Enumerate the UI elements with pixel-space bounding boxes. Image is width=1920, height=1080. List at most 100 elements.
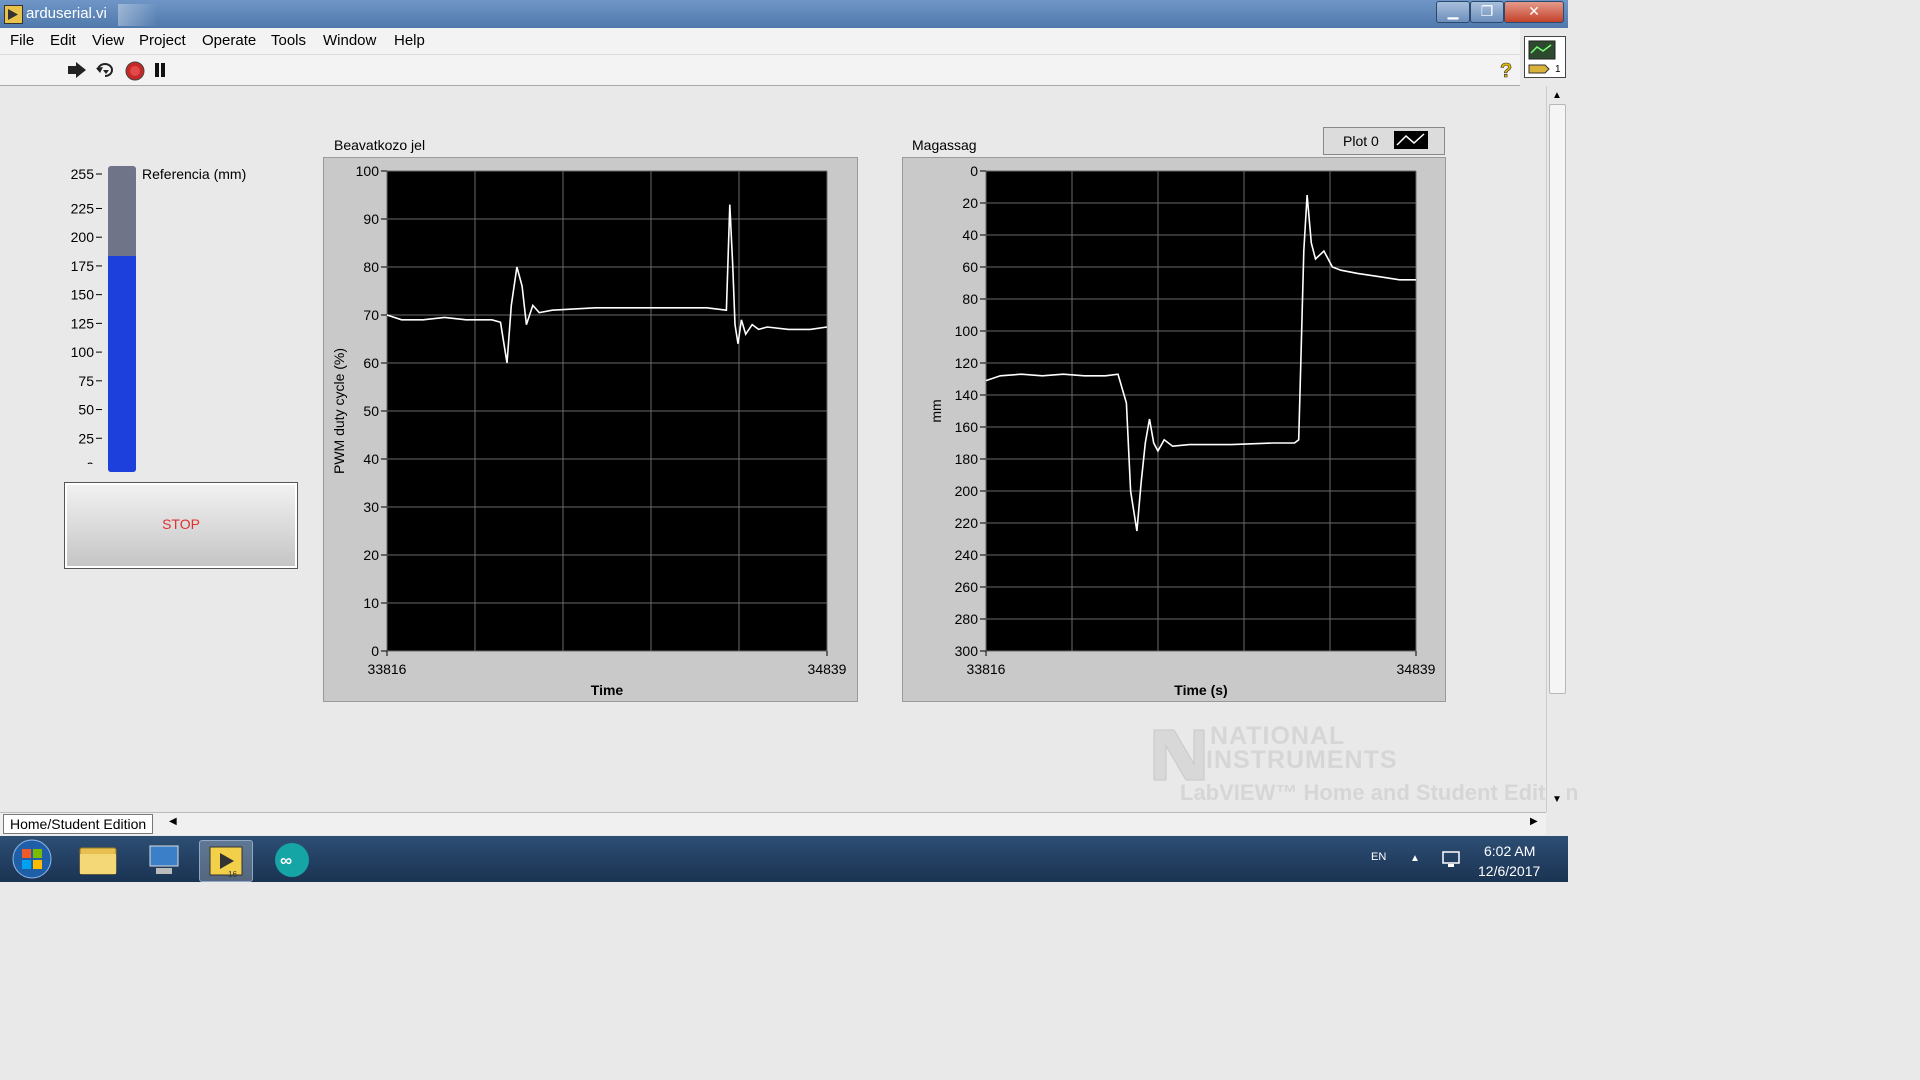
plot-line-style-icon	[1394, 131, 1428, 149]
plot-legend[interactable]: Plot 0	[1323, 127, 1445, 155]
labview-icon[interactable]: 16	[199, 840, 253, 882]
clock-date[interactable]: 12/6/2017	[1478, 863, 1540, 879]
scroll-right-arrow[interactable]: ▶	[1530, 816, 1538, 827]
y-tick-label: 220	[955, 515, 979, 531]
scroll-thumb[interactable]	[1549, 104, 1566, 694]
x-tick-label: 34839	[808, 661, 847, 677]
y-tick-label: 20	[363, 547, 379, 563]
x-axis-label: Time (s)	[1174, 682, 1227, 698]
y-tick-label: 20	[962, 195, 978, 211]
pwm-chart-svg: 100908070605040302010033816 34839TimePWM …	[331, 163, 847, 698]
labview-vi-icon	[4, 5, 23, 24]
menu-edit[interactable]: Edit	[50, 32, 76, 49]
watermark-line2: INSTRUMENTS	[1206, 746, 1398, 774]
height-chart-svg: 0 20 40 60 80 100 120 140 160 180 200 220 240 260 280 3…	[928, 163, 1436, 698]
x-axis-label: Time	[591, 682, 624, 698]
action-center-icon[interactable]	[1440, 849, 1462, 869]
y-tick-label: 100	[955, 323, 979, 339]
stop-button[interactable]: STOP	[64, 482, 298, 569]
y-tick-label: 80	[363, 259, 379, 275]
run-arrow-icon[interactable]	[66, 61, 88, 79]
scroll-left-arrow[interactable]: ◀	[169, 816, 177, 827]
title-decoration	[118, 4, 158, 26]
close-button[interactable]: ✕	[1504, 1, 1564, 23]
toolbar: ?	[0, 55, 1520, 86]
y-tick-label: 100	[356, 163, 380, 179]
language-indicator[interactable]: EN	[1371, 851, 1386, 863]
tank-scale-label: 255	[71, 166, 95, 182]
front-panel: 2552252001751501251007550250 Referencia …	[0, 86, 1578, 812]
plot-area	[986, 171, 1416, 651]
y-tick-label: 140	[955, 387, 979, 403]
x-tick-label: 33816	[967, 661, 1006, 677]
y-tick-label: 160	[955, 419, 979, 435]
menu-tools[interactable]: Tools	[271, 32, 306, 49]
chart-title: Magassag	[912, 137, 977, 153]
menu-file[interactable]: File	[10, 32, 34, 49]
vertical-scrollbar[interactable]: ▲ ▼	[1546, 86, 1567, 812]
clock-time[interactable]: 6:02 AM	[1484, 843, 1535, 859]
y-tick-label: 90	[363, 211, 379, 227]
edition-label: Home/Student Edition	[3, 814, 154, 834]
y-tick-label: 10	[363, 595, 379, 611]
tank-scale-label: 225	[71, 200, 95, 216]
tank-scale-label: 25	[78, 430, 94, 446]
menu-help[interactable]: Help	[394, 32, 425, 49]
pwm-waveform-chart: 100 90 80 70 60 50 40 30 20 10 0 33816 34839 Time PWM …	[323, 157, 858, 702]
window-title: arduserial.vi	[26, 5, 107, 22]
y-tick-label: 0	[970, 163, 978, 179]
y-tick-label: 60	[363, 355, 379, 371]
abort-execution-icon[interactable]	[125, 61, 145, 81]
vi-connector-pane-icon[interactable]: 1	[1524, 36, 1566, 78]
tank-scale-label: 125	[71, 315, 95, 331]
tank-scale-label: 75	[78, 373, 94, 389]
arduino-icon[interactable]: ∞	[266, 840, 318, 880]
scroll-down-arrow[interactable]: ▼	[1552, 794, 1562, 805]
run-continuously-icon[interactable]	[94, 61, 116, 79]
maximize-button[interactable]: ❐	[1470, 1, 1504, 23]
y-tick-label: 180	[955, 451, 979, 467]
y-tick-label: 40	[962, 227, 978, 243]
menu-operate[interactable]: Operate	[202, 32, 256, 49]
ni-logo-watermark: NATIONAL INSTRUMENTS LabVIEW™ Home and S…	[1150, 722, 1578, 812]
menu-view[interactable]: View	[92, 32, 124, 49]
y-tick-label: 30	[363, 499, 379, 515]
y-tick-label: 70	[363, 307, 379, 323]
tank-scale-label: 0	[86, 459, 94, 464]
chart-title: Beavatkozo jel	[334, 137, 426, 153]
tank-scale-label: 200	[71, 229, 95, 245]
context-help-icon[interactable]: ?	[1498, 59, 1516, 83]
menu-bar: File Edit View Project Operate Tools Win…	[0, 28, 1520, 55]
tank-scale-label: 150	[71, 287, 95, 303]
network-computer-icon[interactable]	[138, 840, 190, 880]
svg-text:∞: ∞	[280, 851, 292, 870]
watermark-line3: LabVIEW™ Home and Student Edition	[1180, 780, 1579, 805]
y-tick-label: 50	[363, 403, 379, 419]
y-tick-label: 80	[962, 291, 978, 307]
svg-text:1: 1	[1555, 64, 1561, 75]
show-hidden-icons[interactable]: ▲	[1410, 853, 1420, 864]
y-tick-label: 300	[955, 643, 979, 659]
y-tick-label: 0	[371, 643, 379, 659]
pause-icon[interactable]	[152, 62, 168, 78]
menu-window[interactable]: Window	[323, 32, 376, 49]
file-explorer-icon[interactable]	[72, 840, 124, 880]
start-orb-icon[interactable]	[10, 838, 54, 880]
tank-scale-label: 175	[71, 258, 95, 274]
y-axis-label: mm	[928, 399, 944, 422]
y-tick-label: 240	[955, 547, 979, 563]
scroll-up-arrow[interactable]: ▲	[1552, 90, 1562, 101]
height-waveform-chart: 0 20 40 60 80 100 120 140 160 180 200 220 240 260 280 3…	[902, 157, 1446, 702]
menu-project[interactable]: Project	[139, 32, 186, 49]
y-axis-label: PWM duty cycle (%)	[331, 348, 347, 474]
y-tick-label: 280	[955, 611, 979, 627]
y-tick-label: 40	[363, 451, 379, 467]
window-title-bar[interactable]: arduserial.vi ▁ ❐ ✕	[0, 0, 1568, 28]
tank-scale: 255 225 200 175 150 125 100 75 50 25 0	[60, 164, 108, 475]
minimize-button[interactable]: ▁	[1436, 1, 1470, 23]
svg-text:?: ?	[1500, 60, 1512, 81]
tank-fill-level	[108, 256, 136, 472]
y-tick-label: 60	[962, 259, 978, 275]
tank-scale-label: 50	[78, 402, 94, 418]
tank-label: Referencia (mm)	[142, 166, 247, 182]
